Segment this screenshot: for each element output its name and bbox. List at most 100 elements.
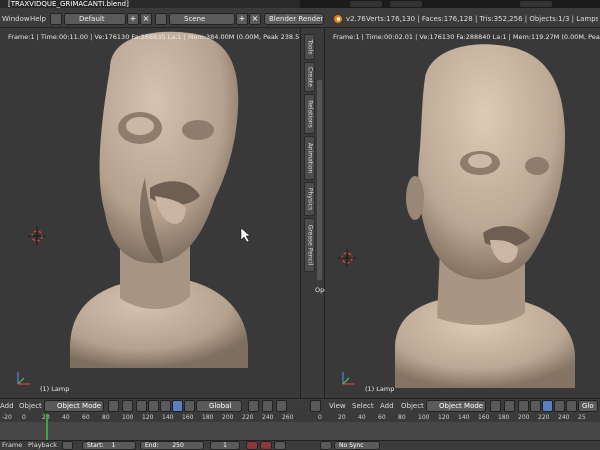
close-icon: × [251,14,259,23]
tab-animation[interactable]: Animation [304,136,315,180]
manipulator-toggle[interactable] [136,400,147,412]
tab-create[interactable]: Create [304,62,315,92]
timeline-tick-label: 260 [282,414,294,421]
timeline-tick-label: 180 [498,414,510,421]
sync-mode-selector[interactable]: No Sync [334,441,380,450]
scene-icon-button[interactable] [155,13,167,25]
axis-gizmo-icon [17,372,30,385]
menu-add[interactable]: Add [0,402,14,411]
timeline-tick-label: 140 [458,414,470,421]
end-label: End: [145,442,159,449]
close-icon: × [142,14,150,23]
pivot-button[interactable] [504,400,515,412]
timeline-tick-label: 160 [182,414,194,421]
editor-type-button[interactable] [310,400,321,412]
menu-frame[interactable]: Frame [2,441,22,450]
play-reverse-button[interactable] [260,441,272,450]
3d-cursor-icon[interactable] [28,227,46,245]
end-frame-field[interactable]: End: 250 [140,441,204,450]
timeline-tick-label: 160 [478,414,490,421]
browser-tab[interactable] [390,1,422,7]
timeline-tick-label: 100 [122,414,134,421]
tab-physics[interactable]: Physics [304,182,315,216]
plus-icon: + [238,14,246,23]
window-title-bar-right [300,0,600,8]
transform-orientation-selector[interactable]: Global [196,400,242,412]
menu-object[interactable]: Object [401,402,424,411]
scene-selector[interactable]: Scene [169,13,235,25]
timeline-tick-label: 25 [578,414,586,421]
menu-window[interactable]: Window [2,14,30,24]
viewport-right[interactable]: Frame:1 | Time:00:02.01 | Ve:176130 Fa:2… [325,28,600,398]
timeline-tick-label: -20 [2,414,12,421]
translate-manipulator[interactable] [148,400,159,412]
menu-select[interactable]: Select [352,402,374,411]
scale-manipulator[interactable] [542,400,553,412]
tab-relations[interactable]: Relations [304,94,315,134]
blender-logo-icon [333,14,345,24]
tab-grease-pencil[interactable]: Grease Pencil [304,218,315,272]
manipulator-toggle[interactable] [518,400,529,412]
browser-tab[interactable] [520,1,552,7]
shading-button[interactable] [108,400,119,412]
timeline-tick-label: 120 [142,414,154,421]
layer-button[interactable] [248,400,259,412]
remove-layout-button[interactable]: × [140,13,152,25]
sculpted-head [99,31,239,264]
viewport-left[interactable]: Frame:1 | Time:00:11.00 | Ve:176130 Fa:2… [0,28,300,398]
screen-layout-selector[interactable]: Default [64,13,126,25]
remove-scene-button[interactable]: × [249,13,261,25]
rotate-manipulator[interactable] [160,400,171,412]
menu-add[interactable]: Add [380,402,394,411]
end-value: 250 [172,442,184,449]
transform-icon-button[interactable] [566,400,577,412]
layer-button[interactable] [262,400,273,412]
render-engine-selector[interactable]: Blender Render [264,13,324,25]
eyeball [468,154,492,168]
timeline-tick-label: 0 [22,414,26,421]
browser-tab[interactable] [350,1,382,7]
pivot-button[interactable] [122,400,133,412]
timeline-ruler[interactable] [0,414,600,422]
current-frame-playhead[interactable] [46,414,48,440]
3d-cursor-icon[interactable] [338,249,356,267]
menu-help[interactable]: Help [30,14,46,24]
menu-view[interactable]: View [329,402,346,411]
timeline-tick-label: 220 [538,414,550,421]
viewport-info-text: Frame:1 | Time:00:11.00 | Ve:176130 Fa:2… [8,33,300,41]
mode-selector[interactable]: Object Mode [44,400,104,412]
transform-icon-button[interactable] [184,400,195,412]
timeline-tick-label: 40 [358,414,366,421]
tab-tools[interactable]: Tools [304,34,315,60]
editor-type-button[interactable] [50,13,62,25]
start-frame-field[interactable]: Start: 1 [82,441,136,450]
active-object-label: (1) Lamp [40,385,70,393]
transform-orientation-selector[interactable]: Glo [578,400,598,412]
mode-selector[interactable]: Object Mode [426,400,486,412]
timeline-tick-label: 240 [262,414,274,421]
version-label: v2.76 [346,15,366,23]
shading-button[interactable] [490,400,501,412]
jump-start-button[interactable] [246,441,258,450]
shelf-scrollbar[interactable] [317,80,322,280]
timeline-tick-label: 80 [398,414,406,421]
menu-playback[interactable]: Playback [28,441,57,450]
add-layout-button[interactable]: + [127,13,139,25]
add-scene-button[interactable]: + [236,13,248,25]
axis-gizmo-icon [342,372,355,385]
preview-range-toggle[interactable] [62,441,73,450]
timeline-track[interactable] [0,422,600,440]
play-button[interactable] [274,441,286,450]
active-object-label: (1) Lamp [365,385,395,393]
timeline-tick-label: 60 [378,414,386,421]
layer-button[interactable] [276,400,287,412]
start-value: 1 [111,442,116,449]
menu-object[interactable]: Object [19,402,42,411]
translate-manipulator[interactable] [530,400,541,412]
current-frame-field[interactable]: 1 [210,441,240,450]
scale-manipulator[interactable] [172,400,183,412]
timeline-tick-label: 120 [438,414,450,421]
timeline-tick-label: 200 [518,414,530,421]
keyframe-button[interactable] [320,441,332,450]
rotate-manipulator[interactable] [554,400,565,412]
